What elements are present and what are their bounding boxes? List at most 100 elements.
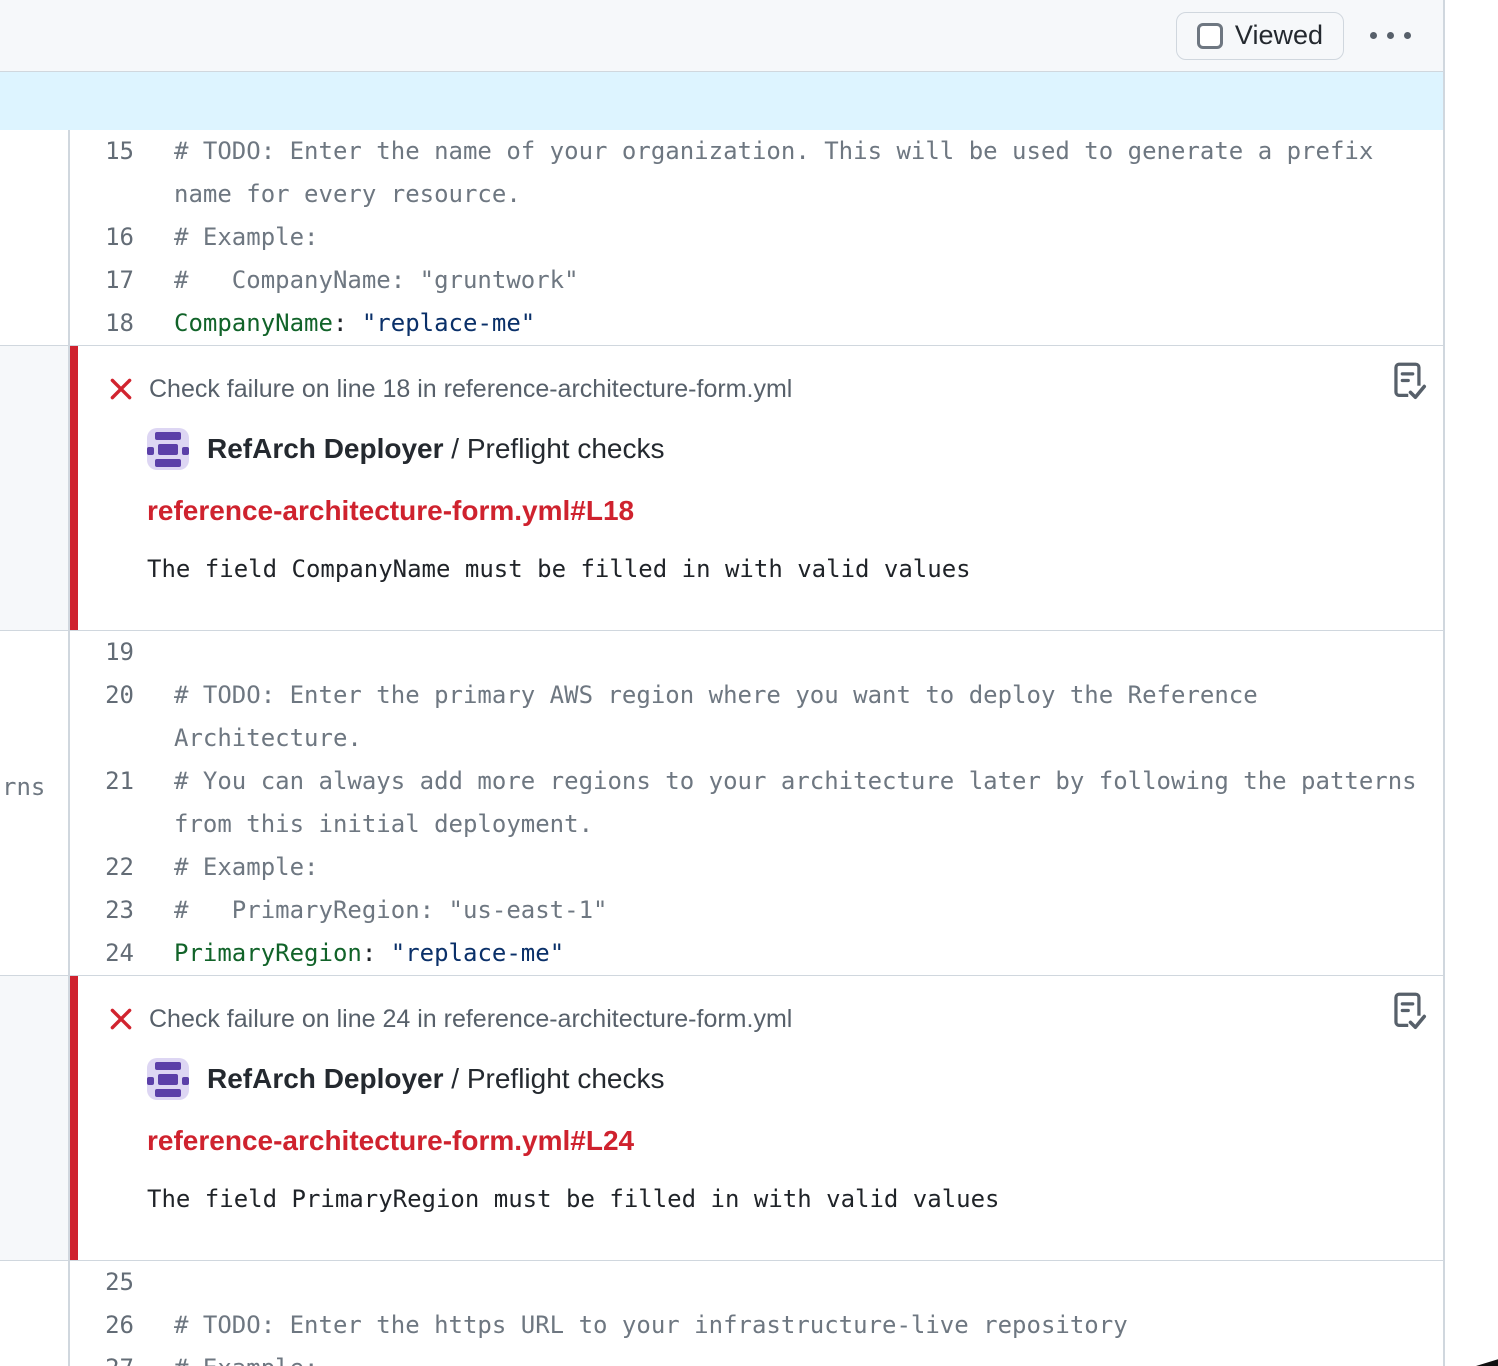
- code-text: # TODO: Enter the name of your organizat…: [134, 130, 1373, 173]
- left-pane-clipped-text: rns: [2, 766, 45, 809]
- annotation-note-icon[interactable]: [1391, 992, 1427, 1032]
- line-number[interactable]: 17: [70, 259, 134, 302]
- code-line: 17 # CompanyName: "gruntwork": [0, 259, 1443, 302]
- annotation-file-link[interactable]: reference-architecture-form.yml#L24: [147, 1124, 1373, 1158]
- viewed-checkbox[interactable]: [1197, 23, 1223, 49]
- check-annotation: Check failure on line 24 in reference-ar…: [0, 975, 1443, 1261]
- code-line: from this initial deployment.: [0, 803, 1443, 846]
- code-segment: PrimaryRegion: [174, 939, 362, 967]
- code-text: # PrimaryRegion: "us-east-1": [134, 889, 607, 932]
- line-number[interactable]: 16: [70, 216, 134, 259]
- code-text: Architecture.: [134, 717, 362, 760]
- viewed-label: Viewed: [1235, 20, 1323, 51]
- check-name[interactable]: RefArch Deployer: [207, 1063, 444, 1094]
- code-segment: # CompanyName: "gruntwork": [174, 266, 579, 294]
- left-pane-gutter: [0, 173, 70, 216]
- cursor-artifact: [1476, 1358, 1498, 1366]
- code-segment: # Example:: [174, 853, 319, 881]
- left-pane-gutter: [0, 889, 70, 932]
- code-text: from this initial deployment.: [134, 803, 593, 846]
- code-line: Architecture.: [0, 717, 1443, 760]
- code-text: PrimaryRegion: "replace-me": [134, 932, 564, 975]
- x-failure-icon: [108, 376, 134, 402]
- code-segment: CompanyName: [174, 309, 333, 337]
- code-line: 18 CompanyName: "replace-me": [0, 302, 1443, 345]
- line-number[interactable]: 15: [70, 130, 134, 173]
- left-pane-gutter: [0, 130, 70, 173]
- line-number[interactable]: 27: [70, 1347, 134, 1366]
- refarch-deployer-avatar: [147, 428, 189, 470]
- code-text: # TODO: Enter the primary AWS region whe…: [134, 674, 1258, 717]
- code-segment: # Example:: [174, 223, 319, 251]
- code-text: name for every resource.: [134, 173, 521, 216]
- code-segment: # TODO: Enter the https URL to your infr…: [174, 1311, 1128, 1339]
- code-segment: # PrimaryRegion: "us-east-1": [174, 896, 607, 924]
- left-pane-gutter: [0, 346, 70, 630]
- left-pane-gutter: [0, 1261, 70, 1304]
- left-pane-gutter: [0, 674, 70, 717]
- left-pane-gutter: [0, 846, 70, 889]
- annotation-file-link[interactable]: reference-architecture-form.yml#L18: [147, 494, 1373, 528]
- check-annotation-body: Check failure on line 24 in reference-ar…: [70, 976, 1443, 1260]
- left-pane-gutter: [0, 1304, 70, 1347]
- kebab-menu-icon[interactable]: [1364, 22, 1417, 49]
- line-number[interactable]: 19: [70, 631, 134, 674]
- code-block: 15 # TODO: Enter the name of your organi…: [0, 130, 1443, 345]
- check-annotation: Check failure on line 18 in reference-ar…: [0, 345, 1443, 631]
- refarch-deployer-avatar: [147, 1058, 189, 1100]
- code-line: 23 # PrimaryRegion: "us-east-1": [0, 889, 1443, 932]
- annotation-message: The field PrimaryRegion must be filled i…: [147, 1184, 1373, 1214]
- line-number[interactable]: 21: [70, 760, 134, 803]
- x-failure-icon: [108, 1006, 134, 1032]
- code-line: 22 # Example:: [0, 846, 1443, 889]
- line-number[interactable]: 26: [70, 1304, 134, 1347]
- line-number[interactable]: 23: [70, 889, 134, 932]
- code-line: 19: [0, 631, 1443, 674]
- annotation-note-icon[interactable]: [1391, 362, 1427, 402]
- annotation-title: Check failure on line 24 in reference-ar…: [149, 1004, 792, 1034]
- code-line: 26 # TODO: Enter the https URL to your i…: [0, 1304, 1443, 1347]
- left-pane-gutter: [0, 717, 70, 760]
- code-segment: # You can always add more regions to you…: [174, 767, 1417, 795]
- check-context: / Preflight checks: [444, 433, 665, 464]
- left-pane-gutter: [0, 1347, 70, 1366]
- viewed-button[interactable]: Viewed: [1176, 12, 1344, 60]
- file-header: Viewed: [0, 0, 1443, 72]
- code-line: 16 # Example:: [0, 216, 1443, 259]
- code-text: # CompanyName: "gruntwork": [134, 259, 579, 302]
- diff-page: Viewed 15 # TODO: Enter the name of your…: [0, 0, 1498, 1366]
- check-context: / Preflight checks: [444, 1063, 665, 1094]
- code-text: CompanyName: "replace-me": [134, 302, 535, 345]
- line-number[interactable]: 24: [70, 932, 134, 975]
- code-line: 21 # You can always add more regions to …: [0, 760, 1443, 803]
- left-pane-gutter: [0, 259, 70, 302]
- line-number[interactable]: 22: [70, 846, 134, 889]
- code-segment: from this initial deployment.: [174, 810, 593, 838]
- code-line: 24 PrimaryRegion: "replace-me": [0, 932, 1443, 975]
- left-pane-gutter: [0, 302, 70, 345]
- annotation-message: The field CompanyName must be filled in …: [147, 554, 1373, 584]
- line-number[interactable]: 18: [70, 302, 134, 345]
- code-line: 15 # TODO: Enter the name of your organi…: [0, 130, 1443, 173]
- line-number[interactable]: 20: [70, 674, 134, 717]
- expand-hunk-row[interactable]: [0, 72, 1443, 130]
- check-annotation-body: Check failure on line 18 in reference-ar…: [70, 346, 1443, 630]
- left-pane-gutter: [0, 216, 70, 259]
- code-text: # Example:: [134, 846, 319, 889]
- check-name[interactable]: RefArch Deployer: [207, 433, 444, 464]
- code-segment: "replace-me": [391, 939, 564, 967]
- code-text: # Example:: [134, 216, 319, 259]
- code-segment: # TODO: Enter the name of your organizat…: [174, 137, 1373, 165]
- code-segment: "replace-me": [362, 309, 535, 337]
- code-segment: Architecture.: [174, 724, 362, 752]
- code-text: # You can always add more regions to you…: [134, 760, 1417, 803]
- line-number[interactable]: 25: [70, 1261, 134, 1304]
- left-pane-gutter: [0, 976, 70, 1260]
- code-segment: # TODO: Enter the primary AWS region whe…: [174, 681, 1258, 709]
- annotation-title: Check failure on line 18 in reference-ar…: [149, 374, 792, 404]
- file-diff-container: Viewed 15 # TODO: Enter the name of your…: [0, 0, 1445, 1366]
- code-segment: name for every resource.: [174, 180, 521, 208]
- code-segment: :: [362, 939, 391, 967]
- code-text: # TODO: Enter the https URL to your infr…: [134, 1304, 1128, 1347]
- code-line: name for every resource.: [0, 173, 1443, 216]
